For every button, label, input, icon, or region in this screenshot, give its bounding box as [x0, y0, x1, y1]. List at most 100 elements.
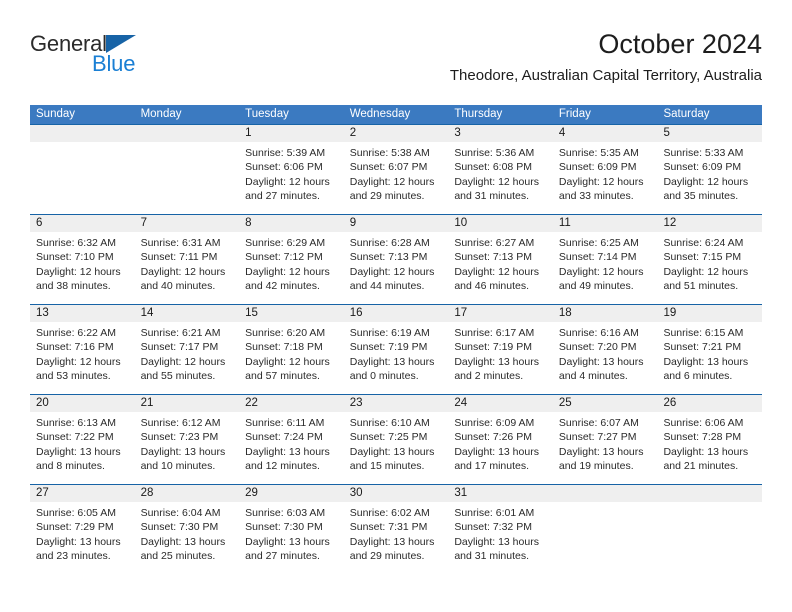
day-cell[interactable]: Sunrise: 5:33 AM Sunset: 6:09 PM Dayligh…: [657, 142, 762, 214]
daylight-text-line1: Daylight: 13 hours: [349, 445, 435, 458]
sunrise-text: Sunrise: 6:17 AM: [454, 327, 535, 339]
day-cell[interactable]: Sunrise: 6:15 AM Sunset: 7:21 PM Dayligh…: [657, 322, 762, 394]
day-cell[interactable]: Sunrise: 6:13 AM Sunset: 7:22 PM Dayligh…: [30, 412, 135, 484]
day-detail-band: Sunrise: 6:13 AM Sunset: 7:22 PM Dayligh…: [30, 412, 762, 484]
day-number: [553, 485, 658, 502]
sunset-text: Sunset: 7:13 PM: [349, 251, 428, 264]
day-cell[interactable]: Sunrise: 5:39 AM Sunset: 6:06 PM Dayligh…: [239, 142, 344, 214]
day-number: 22: [245, 397, 258, 409]
day-cell[interactable]: Sunrise: 6:32 AM Sunset: 7:10 PM Dayligh…: [30, 232, 135, 304]
day-detail-band: Sunrise: 5:39 AM Sunset: 6:06 PM Dayligh…: [30, 142, 762, 214]
day-number: 7: [140, 217, 147, 229]
day-number: 9: [349, 217, 357, 229]
day-cell[interactable]: Sunrise: 6:10 AM Sunset: 7:25 PM Dayligh…: [344, 412, 449, 484]
day-number: 23: [349, 397, 363, 409]
sunrise-text: Sunrise: 6:29 AM: [245, 237, 326, 249]
daylight-text-line1: Daylight: 13 hours: [140, 535, 226, 548]
daylight-text-line2: and 21 minutes.: [663, 460, 739, 473]
weekday-header-tuesday: Tuesday: [245, 108, 289, 120]
page-subtitle-location: Theodore, Australian Capital Territory, …: [449, 67, 762, 84]
daylight-text-line2: and 42 minutes.: [245, 280, 320, 293]
daylight-text-line1: Daylight: 13 hours: [558, 445, 644, 458]
day-cell[interactable]: [30, 142, 135, 214]
day-number: 6: [36, 217, 43, 229]
day-number: 1: [245, 127, 252, 139]
day-cell[interactable]: Sunrise: 6:09 AM Sunset: 7:26 PM Dayligh…: [448, 412, 553, 484]
day-cell[interactable]: Sunrise: 5:36 AM Sunset: 6:08 PM Dayligh…: [448, 142, 553, 214]
sunset-text: Sunset: 7:20 PM: [558, 341, 637, 354]
day-cell[interactable]: Sunrise: 6:22 AM Sunset: 7:16 PM Dayligh…: [30, 322, 135, 394]
day-number: 29: [245, 487, 258, 499]
day-cell[interactable]: Sunrise: 6:07 AM Sunset: 7:27 PM Dayligh…: [553, 412, 658, 484]
day-cell[interactable]: Sunrise: 5:38 AM Sunset: 6:07 PM Dayligh…: [344, 142, 449, 214]
sunset-text: Sunset: 7:22 PM: [36, 431, 114, 444]
daylight-text-line2: and 19 minutes.: [558, 460, 634, 473]
day-cell[interactable]: Sunrise: 6:01 AM Sunset: 7:32 PM Dayligh…: [448, 502, 553, 574]
sunrise-text: Sunrise: 5:38 AM: [349, 147, 430, 159]
sunset-text: Sunset: 6:09 PM: [663, 161, 742, 174]
day-cell[interactable]: [657, 502, 762, 574]
sunset-text: Sunset: 7:29 PM: [36, 521, 114, 534]
day-detail-band: Sunrise: 6:32 AM Sunset: 7:10 PM Dayligh…: [30, 232, 762, 304]
sunset-text: Sunset: 7:30 PM: [140, 521, 219, 534]
day-cell[interactable]: Sunrise: 6:06 AM Sunset: 7:28 PM Dayligh…: [657, 412, 762, 484]
generalblue-logo[interactable]: General Blue: [30, 32, 210, 76]
day-cell[interactable]: Sunrise: 6:19 AM Sunset: 7:19 PM Dayligh…: [344, 322, 449, 394]
daylight-text-line1: Daylight: 13 hours: [454, 445, 539, 458]
sunset-text: Sunset: 7:31 PM: [349, 521, 428, 534]
weekday-header-wednesday: Wednesday: [349, 108, 411, 120]
day-cell[interactable]: Sunrise: 6:02 AM Sunset: 7:31 PM Dayligh…: [344, 502, 449, 574]
day-cell[interactable]: Sunrise: 6:31 AM Sunset: 7:11 PM Dayligh…: [135, 232, 240, 304]
day-cell[interactable]: Sunrise: 6:05 AM Sunset: 7:29 PM Dayligh…: [30, 502, 135, 574]
sunrise-text: Sunrise: 6:11 AM: [245, 417, 325, 429]
daylight-text-line1: Daylight: 13 hours: [349, 535, 435, 548]
day-number: 16: [349, 307, 363, 319]
day-number-band: 1 2 3 4 5: [30, 125, 762, 142]
day-cell[interactable]: Sunrise: 6:04 AM Sunset: 7:30 PM Dayligh…: [135, 502, 240, 574]
daylight-text-line1: Daylight: 12 hours: [140, 265, 226, 278]
day-number: 3: [454, 127, 461, 139]
sunrise-text: Sunrise: 6:31 AM: [140, 237, 221, 249]
daylight-text-line2: and 8 minutes.: [36, 460, 105, 473]
day-number: [657, 485, 762, 502]
sunrise-text: Sunrise: 5:39 AM: [245, 147, 326, 159]
daylight-text-line2: and 40 minutes.: [140, 280, 216, 293]
sunrise-text: Sunrise: 6:06 AM: [663, 417, 744, 429]
day-cell[interactable]: Sunrise: 6:20 AM Sunset: 7:18 PM Dayligh…: [239, 322, 344, 394]
daylight-text-line2: and 0 minutes.: [349, 370, 419, 383]
day-cell[interactable]: [553, 502, 658, 574]
day-cell[interactable]: Sunrise: 6:11 AM Sunset: 7:24 PM Dayligh…: [239, 412, 344, 484]
day-cell[interactable]: Sunrise: 6:29 AM Sunset: 7:12 PM Dayligh…: [239, 232, 344, 304]
day-cell[interactable]: Sunrise: 6:24 AM Sunset: 7:15 PM Dayligh…: [657, 232, 762, 304]
day-cell[interactable]: Sunrise: 6:12 AM Sunset: 7:23 PM Dayligh…: [135, 412, 240, 484]
day-number: 21: [140, 397, 154, 409]
sunset-text: Sunset: 7:11 PM: [140, 251, 218, 264]
day-number: [30, 125, 135, 142]
sunrise-text: Sunrise: 6:01 AM: [454, 507, 535, 519]
day-cell[interactable]: Sunrise: 5:35 AM Sunset: 6:09 PM Dayligh…: [553, 142, 658, 214]
day-number: [135, 125, 240, 142]
day-cell[interactable]: Sunrise: 6:21 AM Sunset: 7:17 PM Dayligh…: [135, 322, 240, 394]
weekday-header-saturday: Saturday: [663, 108, 710, 120]
calendar-week-row: 27 28 29 30 31 Sunrise: 6:05 AM Sunset: …: [30, 484, 762, 574]
day-cell[interactable]: Sunrise: 6:16 AM Sunset: 7:20 PM Dayligh…: [553, 322, 658, 394]
day-cell[interactable]: Sunrise: 6:03 AM Sunset: 7:30 PM Dayligh…: [239, 502, 344, 574]
day-cell[interactable]: Sunrise: 6:28 AM Sunset: 7:13 PM Dayligh…: [344, 232, 449, 304]
day-detail-band: Sunrise: 6:22 AM Sunset: 7:16 PM Dayligh…: [30, 322, 762, 394]
sunrise-text: Sunrise: 6:25 AM: [558, 237, 639, 249]
sunset-text: Sunset: 7:14 PM: [558, 251, 637, 264]
day-cell[interactable]: Sunrise: 6:25 AM Sunset: 7:14 PM Dayligh…: [553, 232, 658, 304]
daylight-text-line2: and 4 minutes.: [558, 370, 628, 383]
sunset-text: Sunset: 7:30 PM: [245, 521, 323, 534]
sunset-text: Sunset: 7:23 PM: [140, 431, 219, 444]
day-cell[interactable]: Sunrise: 6:27 AM Sunset: 7:13 PM Dayligh…: [448, 232, 553, 304]
sunset-text: Sunset: 7:27 PM: [558, 431, 637, 444]
daylight-text-line2: and 35 minutes.: [663, 190, 739, 203]
day-cell[interactable]: [135, 142, 240, 214]
daylight-text-line2: and 46 minutes.: [454, 280, 530, 293]
day-cell[interactable]: Sunrise: 6:17 AM Sunset: 7:19 PM Dayligh…: [448, 322, 553, 394]
sunset-text: Sunset: 7:10 PM: [36, 251, 114, 264]
day-number: 4: [558, 127, 566, 139]
daylight-text-line2: and 55 minutes.: [140, 370, 216, 383]
sunrise-text: Sunrise: 6:19 AM: [349, 327, 430, 339]
